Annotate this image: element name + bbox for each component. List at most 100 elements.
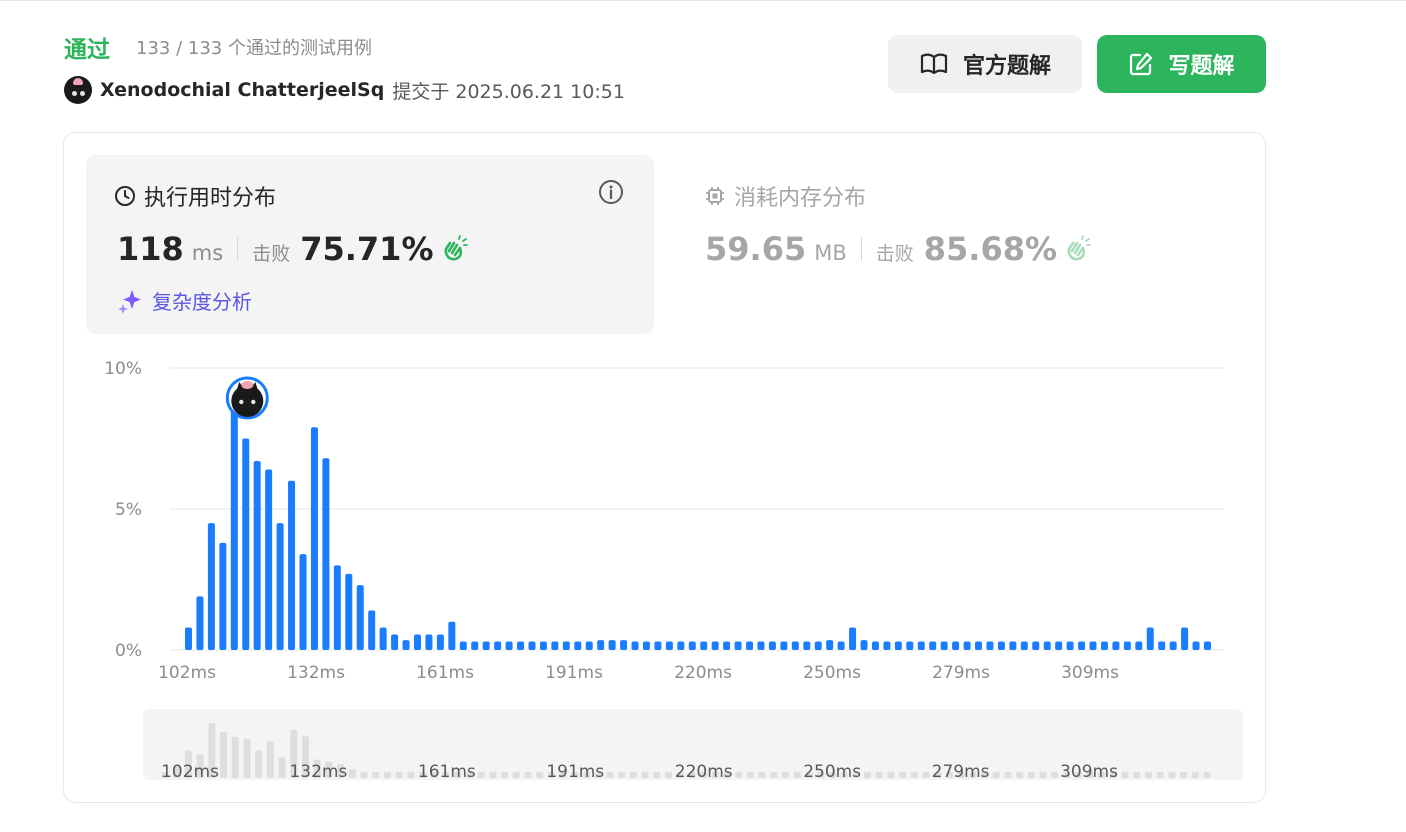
- histogram-bar[interactable]: [803, 641, 811, 650]
- x-tick-label: 161ms: [416, 663, 474, 683]
- histogram-bar[interactable]: [746, 641, 754, 650]
- histogram-bar[interactable]: [883, 641, 891, 650]
- histogram-bar[interactable]: [310, 427, 318, 650]
- histogram-bar[interactable]: [574, 641, 582, 650]
- histogram-bar[interactable]: [482, 641, 490, 650]
- histogram-bar[interactable]: [620, 640, 628, 650]
- histogram-bar[interactable]: [230, 396, 238, 650]
- histogram-bar[interactable]: [1135, 641, 1143, 650]
- histogram-bar[interactable]: [1158, 641, 1166, 650]
- histogram-bar[interactable]: [780, 641, 788, 650]
- histogram-bar[interactable]: [253, 461, 261, 650]
- histogram-bar[interactable]: [219, 542, 227, 650]
- histogram-bar[interactable]: [826, 640, 834, 650]
- histogram-bar[interactable]: [1169, 641, 1177, 650]
- histogram-bar[interactable]: [757, 641, 765, 650]
- histogram-bar[interactable]: [185, 627, 192, 650]
- histogram-bar[interactable]: [1181, 627, 1189, 650]
- histogram-bar[interactable]: [814, 641, 822, 650]
- overview-bar: [477, 772, 485, 778]
- y-tick-label: 5%: [115, 500, 142, 520]
- histogram-bar[interactable]: [436, 634, 444, 650]
- histogram-bar[interactable]: [597, 640, 605, 650]
- overview-tick-label: 220ms: [675, 762, 733, 782]
- histogram-bar[interactable]: [952, 641, 960, 650]
- histogram-bar[interactable]: [1055, 641, 1063, 650]
- histogram-bar[interactable]: [734, 641, 742, 650]
- histogram-bar[interactable]: [1032, 641, 1040, 650]
- histogram-bar[interactable]: [207, 523, 215, 650]
- histogram-bar[interactable]: [1204, 641, 1211, 650]
- histogram-bar[interactable]: [1078, 641, 1086, 650]
- histogram-bar[interactable]: [1066, 641, 1074, 650]
- histogram-bar[interactable]: [402, 640, 410, 650]
- histogram-bar[interactable]: [631, 641, 639, 650]
- histogram-bar[interactable]: [1009, 641, 1017, 650]
- histogram-bar[interactable]: [654, 641, 662, 650]
- histogram-bar[interactable]: [494, 641, 502, 650]
- histogram-bar[interactable]: [837, 641, 845, 650]
- histogram-bar[interactable]: [688, 641, 696, 650]
- histogram-bar[interactable]: [975, 641, 983, 650]
- histogram-bar[interactable]: [860, 640, 868, 650]
- histogram-bar[interactable]: [391, 634, 399, 650]
- histogram-bar[interactable]: [242, 438, 250, 651]
- histogram-bar[interactable]: [677, 641, 685, 650]
- histogram-bar[interactable]: [322, 458, 330, 650]
- histogram-bar[interactable]: [413, 634, 421, 650]
- histogram-bar[interactable]: [723, 641, 731, 650]
- histogram-bar[interactable]: [265, 469, 273, 650]
- histogram-bar[interactable]: [665, 641, 673, 650]
- histogram-bar[interactable]: [551, 641, 559, 650]
- histogram-bar[interactable]: [963, 641, 971, 650]
- histogram-bar[interactable]: [1192, 641, 1200, 650]
- histogram-bar[interactable]: [585, 641, 593, 650]
- histogram-bar[interactable]: [940, 641, 948, 650]
- histogram-bar[interactable]: [459, 641, 467, 650]
- histogram-bar[interactable]: [276, 523, 284, 650]
- histogram-bar[interactable]: [505, 641, 513, 650]
- histogram-bar[interactable]: [906, 641, 914, 650]
- histogram-bar[interactable]: [894, 641, 902, 650]
- histogram-bar[interactable]: [425, 634, 433, 650]
- histogram-bar[interactable]: [288, 480, 296, 650]
- histogram-bar[interactable]: [997, 641, 1005, 650]
- histogram-bar[interactable]: [196, 596, 204, 650]
- histogram-bar[interactable]: [539, 641, 547, 650]
- histogram-bar[interactable]: [471, 641, 479, 650]
- histogram-bar[interactable]: [871, 641, 879, 650]
- histogram-bar[interactable]: [768, 641, 776, 650]
- histogram-bar[interactable]: [1123, 641, 1131, 650]
- histogram-bar[interactable]: [917, 641, 925, 650]
- histogram-bar[interactable]: [299, 554, 307, 650]
- histogram-bar[interactable]: [368, 610, 376, 650]
- histogram-bar[interactable]: [700, 641, 708, 650]
- histogram-bar[interactable]: [562, 641, 570, 650]
- histogram-bar[interactable]: [711, 641, 719, 650]
- histogram-bar[interactable]: [1112, 641, 1120, 650]
- histogram-bar[interactable]: [379, 627, 387, 650]
- histogram-bar[interactable]: [929, 641, 937, 650]
- x-tick-label: 220ms: [674, 663, 732, 683]
- runtime-distribution-chart[interactable]: 0% 5% 10% 102ms 132ms 161ms 191ms 220ms 250ms 279…: [0, 0, 1406, 832]
- histogram-bar[interactable]: [1020, 641, 1028, 650]
- histogram-bar[interactable]: [528, 641, 536, 650]
- overview-bar: [899, 772, 907, 778]
- histogram-bar[interactable]: [448, 621, 456, 650]
- histogram-bar[interactable]: [986, 641, 994, 650]
- histogram-bar[interactable]: [1043, 641, 1051, 650]
- histogram-bar[interactable]: [345, 573, 353, 650]
- histogram-bar[interactable]: [333, 565, 341, 650]
- histogram-bar[interactable]: [1089, 641, 1097, 650]
- histogram-bar[interactable]: [356, 585, 364, 650]
- histogram-bar[interactable]: [791, 641, 799, 650]
- histogram-bar[interactable]: [1146, 627, 1154, 650]
- overview-bar: [664, 772, 672, 778]
- histogram-bar[interactable]: [1100, 641, 1108, 650]
- histogram-bar[interactable]: [608, 640, 616, 650]
- histogram-bar[interactable]: [849, 627, 857, 650]
- histogram-bar[interactable]: [517, 641, 525, 650]
- user-marker-heart: [241, 381, 254, 389]
- overview-bar: [360, 772, 368, 778]
- histogram-bar[interactable]: [642, 641, 650, 650]
